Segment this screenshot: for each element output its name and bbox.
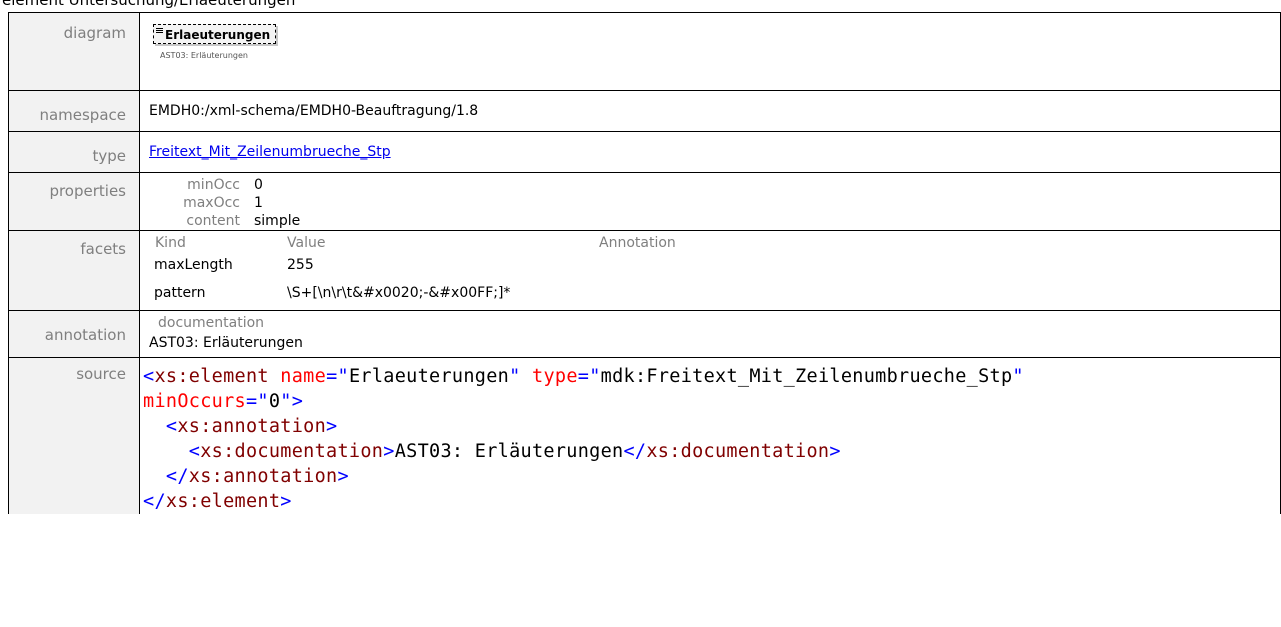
property-row: minOcc 0 [149, 176, 1280, 194]
namespace-label-cell: namespace [8, 90, 140, 132]
type-label-cell: type [8, 131, 140, 173]
annotation-sublabel: documentation [158, 315, 265, 331]
source-line: <xs:documentation>AST03: Erläuterungen</… [188, 441, 841, 462]
facets-label: facets [80, 240, 126, 258]
annotation-cell: documentation AST03: Erläuterungen [139, 310, 1281, 358]
source-line: minOccurs="0"> [143, 391, 304, 412]
element-list-icon [156, 28, 163, 35]
row-properties: properties minOcc 0 maxOcc 1 content sim… [8, 172, 1281, 231]
annotation-label-cell: annotation [8, 310, 140, 358]
annotation-label: annotation [44, 326, 126, 344]
annotation-documentation: AST03: Erläuterungen [149, 335, 303, 351]
namespace-value: EMDH0:/xml-schema/EMDH0-Beauftragung/1.8 [149, 103, 479, 119]
namespace-cell: EMDH0:/xml-schema/EMDH0-Beauftragung/1.8 [139, 90, 1281, 132]
property-key: maxOcc [183, 195, 240, 211]
diagram-label: diagram [63, 24, 126, 42]
source-line: </xs:annotation> [165, 466, 349, 487]
row-facets: facets Kind Value Annotation maxLength 2… [8, 230, 1281, 311]
property-value: simple [254, 213, 301, 229]
diagram-label-cell: diagram [8, 12, 140, 91]
facet-value: \S+[\n\r\t&#x0020;-&#x00FF;]* [287, 285, 511, 301]
element-diagram-name: Erlaeuterungen [165, 28, 271, 42]
source-label: source [76, 365, 126, 383]
facets-header: Kind Value Annotation [149, 233, 1280, 253]
facet-value: 255 [287, 257, 314, 273]
properties-label: properties [49, 182, 126, 200]
type-cell: Freitext_Mit_Zeilenumbrueche_Stp [139, 131, 1281, 173]
source-line: <xs:element name="Erlaeuterungen" type="… [143, 366, 1024, 387]
property-row: maxOcc 1 [149, 194, 1280, 212]
row-annotation: annotation documentation AST03: Erläuter… [8, 310, 1281, 358]
property-value: 0 [254, 177, 263, 193]
facets-header-kind: Kind [155, 235, 186, 251]
source-cell: <xs:element name="Erlaeuterungen" type="… [139, 357, 1281, 514]
source-label-cell: source [8, 357, 140, 514]
property-value: 1 [254, 195, 263, 211]
diagram-cell: Erlaeuterungen AST03: Erläuterungen [139, 12, 1281, 91]
source-code: <xs:element name="Erlaeuterungen" type="… [143, 358, 1280, 514]
property-key: content [186, 213, 240, 229]
facet-row: pattern \S+[\n\r\t&#x0020;-&#x00FF;]* [149, 281, 1280, 305]
facets-label-cell: facets [8, 230, 140, 311]
facets-cell: Kind Value Annotation maxLength 255 patt… [139, 230, 1281, 311]
row-namespace: namespace EMDH0:/xml-schema/EMDH0-Beauft… [8, 90, 1281, 132]
element-doc-table: diagram Erlaeuterungen AST03: Erläuterun… [8, 12, 1281, 514]
row-diagram: diagram Erlaeuterungen AST03: Erläuterun… [8, 12, 1281, 91]
row-source: source <xs:element name="Erlaeuterungen"… [8, 357, 1281, 514]
facet-kind: maxLength [154, 257, 233, 273]
source-line: <xs:annotation> [165, 416, 338, 437]
namespace-label: namespace [39, 106, 126, 124]
properties-cell: minOcc 0 maxOcc 1 content simple [139, 172, 1281, 231]
properties-label-cell: properties [8, 172, 140, 231]
element-diagram-box[interactable]: Erlaeuterungen [153, 24, 277, 44]
source-line: </xs:element> [143, 491, 292, 512]
facet-kind: pattern [154, 285, 206, 301]
element-diagram-caption: AST03: Erläuterungen [160, 51, 248, 60]
property-key: minOcc [187, 177, 240, 193]
type-label: type [92, 147, 126, 165]
facets-header-value: Value [287, 235, 326, 251]
facets-header-annotation: Annotation [599, 235, 676, 251]
property-row: content simple [149, 212, 1280, 230]
page-heading: element Untersuchung/Erlaeuterungen [2, 0, 296, 9]
facet-row: maxLength 255 [149, 253, 1280, 281]
row-type: type Freitext_Mit_Zeilenumbrueche_Stp [8, 131, 1281, 173]
type-link[interactable]: Freitext_Mit_Zeilenumbrueche_Stp [149, 144, 391, 160]
